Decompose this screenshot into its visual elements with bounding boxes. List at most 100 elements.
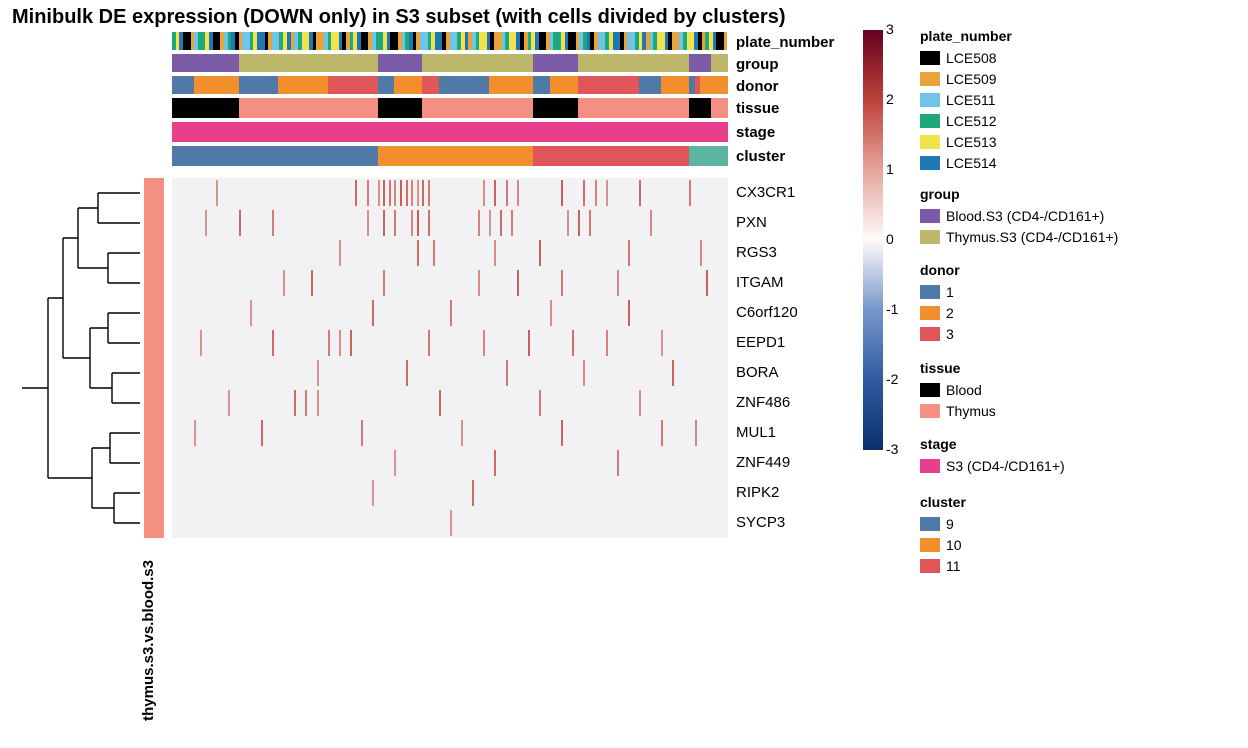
legend-item: LCE512 xyxy=(920,111,1012,131)
track-segment xyxy=(378,98,422,118)
legend-swatch xyxy=(920,383,940,397)
legend-header: cluster xyxy=(920,494,966,510)
row-annotation-bar xyxy=(144,178,164,538)
anno-label-tissue: tissue xyxy=(736,98,834,118)
legend-label: 9 xyxy=(946,516,954,532)
track-segment xyxy=(422,76,439,94)
legend-label: LCE514 xyxy=(946,155,997,171)
heatmap-row xyxy=(172,478,728,508)
track-segment xyxy=(711,76,728,94)
track-segment xyxy=(550,76,578,94)
track-segment xyxy=(172,122,728,142)
track-segment xyxy=(689,146,728,166)
legend-swatch xyxy=(920,93,940,107)
gene-label: BORA xyxy=(736,358,798,388)
legend-item: LCE513 xyxy=(920,132,1012,152)
legend-swatch xyxy=(920,230,940,244)
colorbar-tick: -2 xyxy=(886,371,898,387)
legend-label: 10 xyxy=(946,537,962,553)
legend-label: LCE508 xyxy=(946,50,997,66)
track-segment xyxy=(422,54,533,72)
gene-labels: CX3CR1PXNRGS3ITGAMC6orf120EEPD1BORAZNF48… xyxy=(736,178,798,538)
legend-swatch xyxy=(920,538,940,552)
track-segment xyxy=(239,76,278,94)
track-segment xyxy=(689,98,711,118)
legend-label: 1 xyxy=(946,284,954,300)
colorbar-tick: -3 xyxy=(886,441,898,457)
anno-label-plate: plate_number xyxy=(736,32,834,50)
track-segment xyxy=(394,76,422,94)
gene-label: ZNF486 xyxy=(736,388,798,418)
anno-label-donor: donor xyxy=(736,76,834,94)
track-segment xyxy=(278,76,328,94)
legend-item: 9 xyxy=(920,514,966,534)
gene-label: EEPD1 xyxy=(736,328,798,358)
gene-label: PXN xyxy=(736,208,798,238)
legend-item: 2 xyxy=(920,303,960,323)
legend-header: group xyxy=(920,186,1118,202)
legend-label: S3 (CD4-/CD161+) xyxy=(946,458,1065,474)
legend-label: 2 xyxy=(946,305,954,321)
legend-label: LCE513 xyxy=(946,134,997,150)
legend-swatch xyxy=(920,285,940,299)
legend-plate-number: plate_number LCE508 LCE509 LCE511 LCE512 LCE… xyxy=(920,28,1012,174)
heatmap-row xyxy=(172,448,728,478)
legend-swatch xyxy=(920,51,940,65)
legend-swatch xyxy=(920,459,940,473)
gene-label: ITGAM xyxy=(736,268,798,298)
track-segment xyxy=(689,54,711,72)
track-stage xyxy=(172,122,728,142)
legend-label: Thymus xyxy=(946,403,996,419)
legend-label: LCE512 xyxy=(946,113,997,129)
track-segment xyxy=(172,98,239,118)
row-dendrogram xyxy=(8,178,140,538)
track-tissue xyxy=(172,98,728,118)
track-segment xyxy=(378,146,534,166)
page-title: Minibulk DE expression (DOWN only) in S3… xyxy=(12,6,785,29)
legend-item: Blood xyxy=(920,380,996,400)
track-segment xyxy=(661,76,689,94)
colorbar-tick: -1 xyxy=(886,301,898,317)
legend-group: group Blood.S3 (CD4-/CD161+)Thymus.S3 (C… xyxy=(920,186,1118,248)
legend-label: Thymus.S3 (CD4-/CD161+) xyxy=(946,229,1118,245)
heatmap-row xyxy=(172,388,728,418)
legend-label: 11 xyxy=(946,558,961,574)
track-segment xyxy=(711,98,728,118)
gene-label: RGS3 xyxy=(736,238,798,268)
legend-swatch xyxy=(920,306,940,320)
track-segment xyxy=(172,54,239,72)
gene-label: RIPK2 xyxy=(736,478,798,508)
track-segment xyxy=(533,76,550,94)
track-segment xyxy=(328,76,378,94)
legend-item: 1 xyxy=(920,282,960,302)
legend-header: tissue xyxy=(920,360,996,376)
heatmap-row xyxy=(172,268,728,298)
legend-cluster: cluster 9 10 11 xyxy=(920,494,966,577)
anno-label-stage: stage xyxy=(736,122,834,142)
legend-stage: stage S3 (CD4-/CD161+) xyxy=(920,436,1065,477)
track-segment xyxy=(194,76,238,94)
legend-swatch xyxy=(920,156,940,170)
colorbar-tick: 1 xyxy=(886,161,894,177)
track-donor xyxy=(172,76,728,94)
legend-swatch xyxy=(920,327,940,341)
track-segment xyxy=(422,98,533,118)
legend-header: plate_number xyxy=(920,28,1012,44)
legend-label: LCE509 xyxy=(946,71,997,87)
colorbar xyxy=(863,30,883,450)
heatmap-body xyxy=(172,178,728,538)
track-group xyxy=(172,54,728,72)
legend-swatch xyxy=(920,209,940,223)
track-segment xyxy=(578,54,689,72)
legend-item: 10 xyxy=(920,535,966,555)
legend-item: S3 (CD4-/CD161+) xyxy=(920,456,1065,476)
legend-label: LCE511 xyxy=(946,92,996,108)
legend-item: LCE509 xyxy=(920,69,1012,89)
row-annotation-label: thymus.s3.vs.blood.s3 xyxy=(140,560,168,721)
legend-label: 3 xyxy=(946,326,954,342)
legend-item: Thymus.S3 (CD4-/CD161+) xyxy=(920,227,1118,247)
legend-item: 11 xyxy=(920,556,966,576)
legend-swatch xyxy=(920,72,940,86)
legend-swatch xyxy=(920,517,940,531)
heatmap-row xyxy=(172,178,728,208)
